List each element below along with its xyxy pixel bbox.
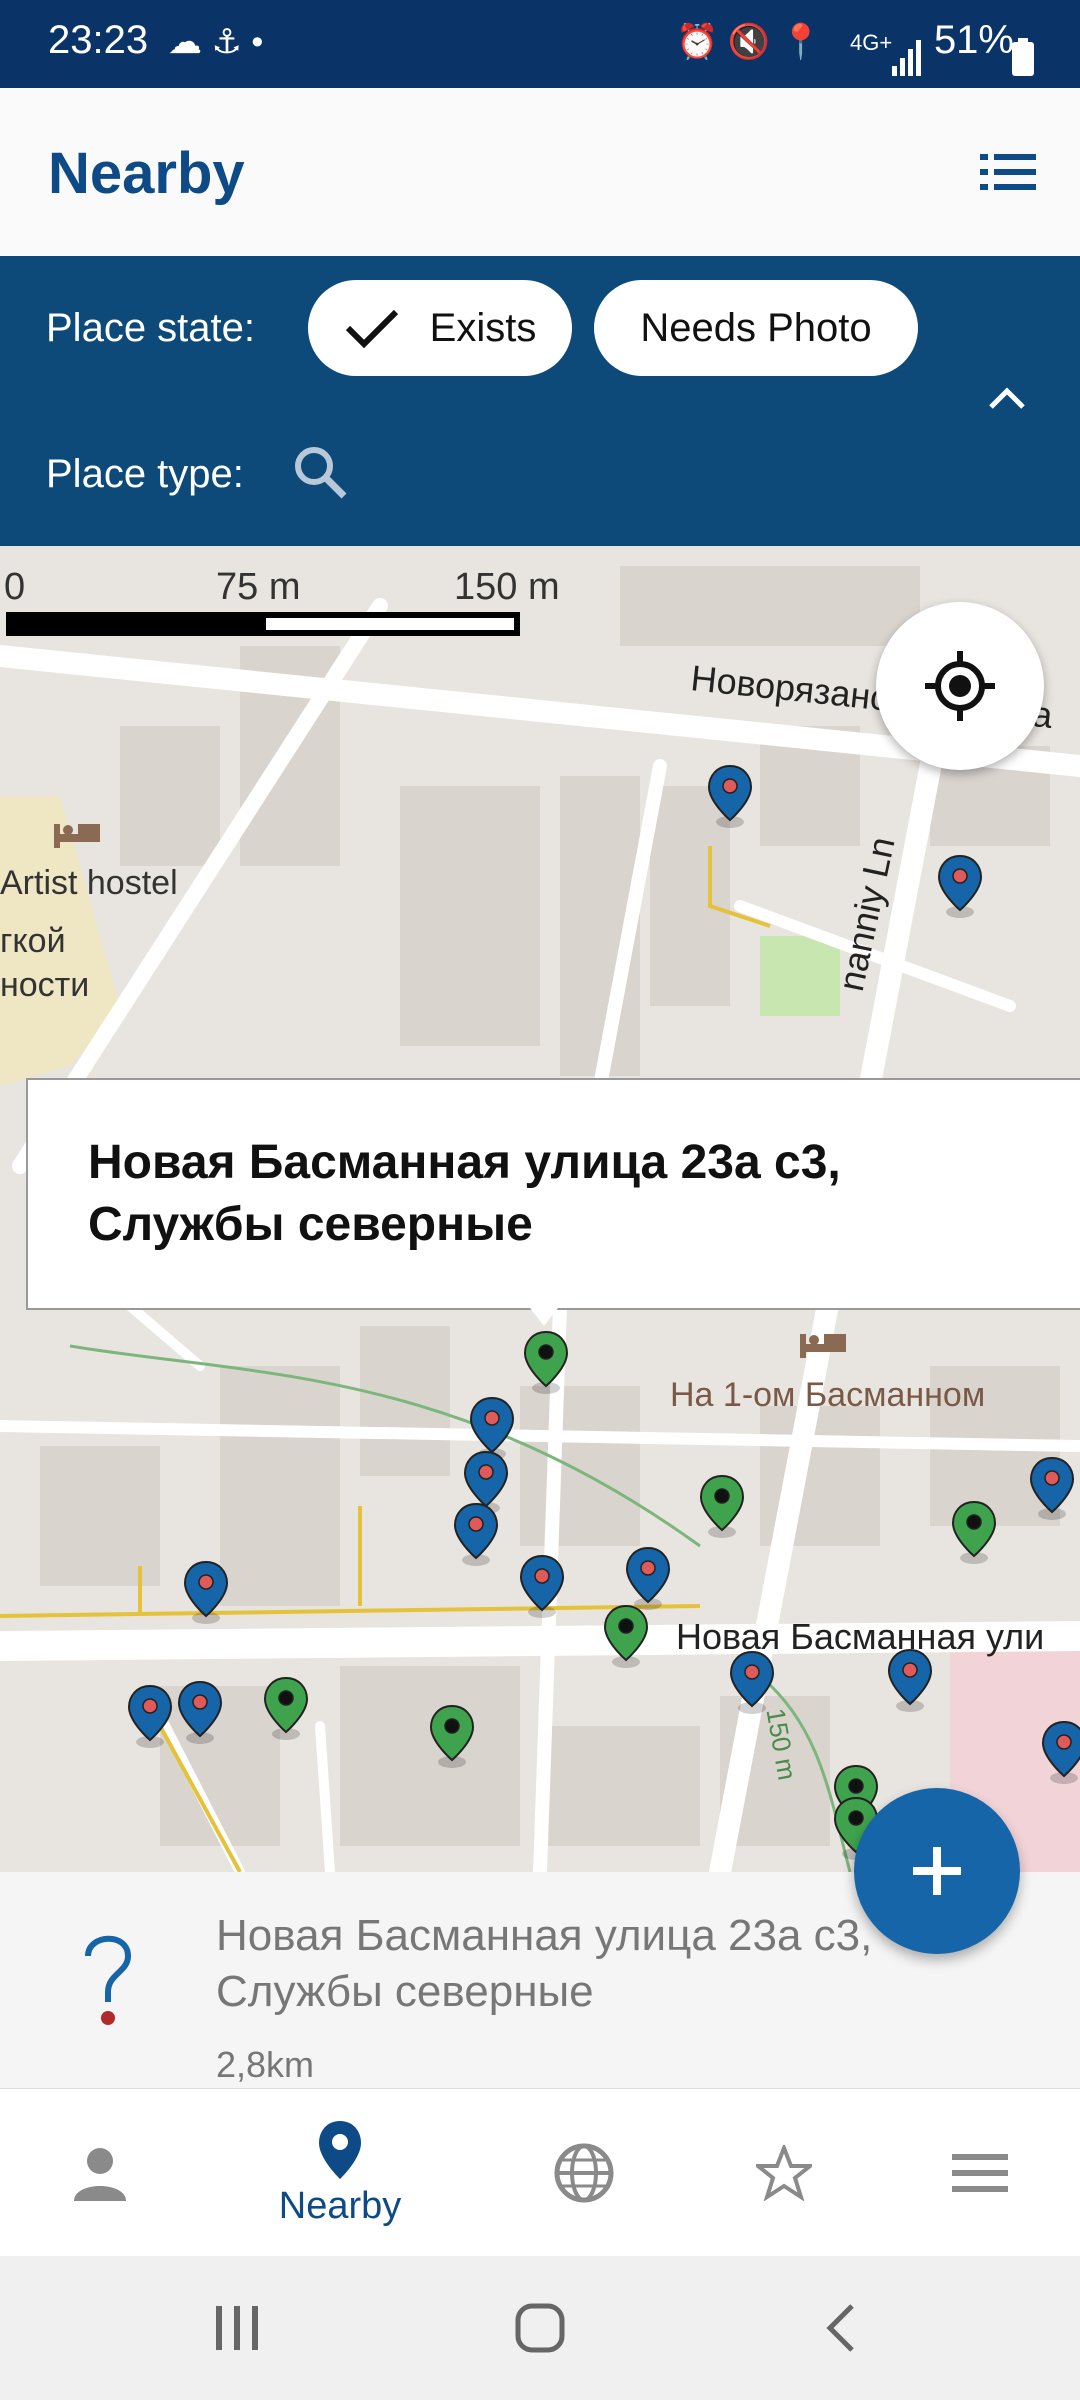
my-location-button[interactable] (876, 602, 1044, 770)
signal-icon (892, 40, 921, 76)
place-type-label: Place type: (46, 452, 244, 496)
network-type: 4G+ (850, 30, 893, 55)
map-pin-blue-18[interactable] (886, 1648, 934, 1714)
map-pin-blue-10[interactable] (518, 1554, 566, 1620)
place-distance: 2,8km (216, 2044, 315, 2085)
search-icon[interactable] (292, 444, 348, 500)
map-pin-blue-13[interactable] (126, 1684, 174, 1750)
location-pin-icon (319, 2120, 361, 2179)
chip-needs-photo[interactable]: Needs Photo (594, 280, 918, 376)
scale-label-150: 150 m (454, 566, 560, 608)
area-label-1: гкой (0, 922, 66, 960)
status-time: 23:23 (48, 18, 149, 62)
recent-apps-icon[interactable] (212, 2304, 262, 2352)
scale-bar (6, 612, 520, 636)
map-pin-blue-19[interactable] (1040, 1720, 1080, 1786)
plus-icon (913, 1847, 961, 1895)
map-pin-green-16[interactable] (428, 1704, 476, 1770)
crosshair-icon (925, 651, 995, 721)
area-label-2: ности (0, 966, 90, 1004)
map-pin-green-12[interactable] (602, 1604, 650, 1670)
person-icon (74, 2148, 126, 2201)
place-popup[interactable]: Новая Басманная улица 23а с3, Службы сев… (26, 1078, 1080, 1310)
place-name: Новая Басманная улица 23а с3, Службы сев… (216, 1911, 873, 2016)
globe-icon (554, 2143, 614, 2203)
map-pin-blue-5[interactable] (452, 1502, 500, 1568)
map-pin-green-6[interactable] (698, 1474, 746, 1540)
map-pin-blue-0[interactable] (706, 764, 754, 830)
battery-icon (1012, 38, 1034, 76)
map-pin-blue-8[interactable] (1028, 1456, 1076, 1522)
nav-item-explore[interactable] (484, 2089, 684, 2257)
poi-label-hotel: На 1-ом Басманном (670, 1376, 986, 1414)
map-pin-green-15[interactable] (262, 1676, 310, 1742)
filter-panel: Place state: Exists Needs Photo Place ty… (0, 256, 1080, 546)
check-icon (345, 309, 398, 349)
popup-pointer (530, 1308, 558, 1326)
map-pin-blue-14[interactable] (176, 1680, 224, 1746)
nav-item-bookmarks[interactable] (684, 2089, 884, 2257)
place-state-label: Place state: (46, 306, 256, 350)
back-icon[interactable] (826, 2304, 856, 2352)
scale-label-0: 0 (4, 566, 26, 608)
map-pin-blue-11[interactable] (624, 1546, 672, 1612)
chip-exists-label: Exists (429, 305, 537, 350)
map-pin-green-2[interactable] (522, 1330, 570, 1396)
system-navigation-bar (0, 2256, 1080, 2400)
hotel-icon (54, 824, 100, 848)
nav-item-more[interactable] (880, 2089, 1080, 2257)
popup-title: Новая Басманная улица 23а с3, Службы сев… (88, 1136, 841, 1251)
battery-percent: 51% (933, 18, 1014, 62)
page-title: Nearby (48, 141, 245, 206)
poi-label-hostel: Artist hostel (0, 864, 178, 902)
app-bar: Nearby (0, 88, 1080, 256)
nav-item-nearby-label: Nearby (278, 2184, 402, 2227)
status-bar: 23:23 ☁ ⚓ • ⏰ 🔇 📍 4G+ 51% (0, 0, 1080, 88)
nav-item-profile[interactable] (0, 2089, 200, 2257)
system-icons: ⏰ 🔇 📍 (676, 23, 822, 61)
hotel-icon-2 (800, 1334, 846, 1358)
chip-needs-photo-label: Needs Photo (640, 305, 872, 350)
nav-item-nearby[interactable]: Nearby (240, 2089, 440, 2257)
unknown-type-icon (85, 1935, 132, 2025)
map-pin-blue-1[interactable] (936, 854, 984, 920)
notification-icons: ☁ ⚓ • (168, 23, 264, 61)
chip-exists[interactable]: Exists (308, 280, 572, 376)
star-icon (756, 2145, 812, 2201)
map-pin-green-7[interactable] (950, 1500, 998, 1566)
map-pin-blue-17[interactable] (728, 1650, 776, 1716)
home-icon[interactable] (514, 2302, 566, 2354)
list-icon[interactable] (980, 152, 1036, 192)
map-pin-blue-9[interactable] (182, 1560, 230, 1626)
scale-label-75: 75 m (216, 566, 301, 608)
menu-icon (952, 2154, 1008, 2192)
add-place-button[interactable] (854, 1788, 1020, 1954)
collapse-chevron-icon[interactable] (988, 386, 1026, 410)
bottom-navigation: Nearby (0, 2088, 1080, 2257)
